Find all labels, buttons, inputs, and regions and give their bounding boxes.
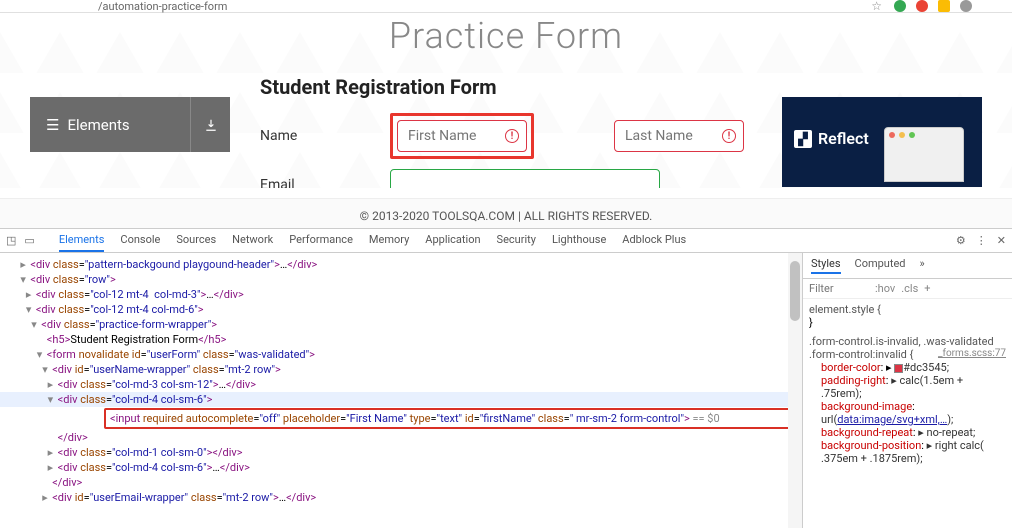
inspect-icon[interactable]: ◳ <box>6 234 16 247</box>
devtools-tab-network[interactable]: Network <box>232 229 273 252</box>
dom-line[interactable]: </div> <box>0 475 802 490</box>
styles-pane: Styles Computed » :hov .cls + element.st… <box>802 253 1012 528</box>
reflect-icon: ▞ <box>794 130 812 148</box>
add-rule-icon[interactable]: + <box>924 282 930 295</box>
elements-tree[interactable]: ▸<div class="pattern-backgound playgound… <box>0 253 802 528</box>
dom-line[interactable]: ▾<form novalidate id="userForm" class="w… <box>0 347 802 362</box>
more-icon[interactable]: ⋮ <box>976 234 987 247</box>
devtools-tab-adblock-plus[interactable]: Adblock Plus <box>622 229 686 252</box>
dom-line[interactable]: </div> <box>0 430 802 445</box>
error-icon: ! <box>505 129 519 143</box>
settings-gear-icon[interactable]: ⚙ <box>956 234 966 247</box>
dom-line[interactable]: ▸<div class="pattern-backgound playgound… <box>0 257 802 272</box>
dom-line[interactable]: ▸<div class="col-12 mt-4 col-md-3">…</di… <box>0 287 802 302</box>
email-label: Email <box>260 177 370 188</box>
ad-brand: Reflect <box>818 129 869 148</box>
devtools-tab-application[interactable]: Application <box>425 229 480 252</box>
page-content: Practice Form ☰ Elements Student Registr… <box>0 13 1012 188</box>
scrollbar-thumb[interactable] <box>790 261 800 321</box>
dom-line[interactable]: ▾<div id="userName-wrapper" class="mt-2 … <box>0 362 802 377</box>
devtools-tab-security[interactable]: Security <box>497 229 536 252</box>
hov-toggle[interactable]: :hov <box>875 282 895 295</box>
css-rule[interactable]: element.style {} <box>809 303 1006 329</box>
devtools-tabs: ◳ ▭ Elements Console Sources Network Perform… <box>0 229 1012 253</box>
sidebar-elements-card[interactable]: ☰ Elements <box>30 97 230 152</box>
more-tabs-icon[interactable]: » <box>920 257 925 274</box>
devtools-tab-memory[interactable]: Memory <box>369 229 409 252</box>
dom-line[interactable]: ▸<div class="col-md-4 col-sm-6">…</div> <box>0 460 802 475</box>
error-icon: ! <box>722 129 736 143</box>
tab-styles[interactable]: Styles <box>811 257 841 274</box>
styles-filter-input[interactable] <box>809 282 869 295</box>
dom-line[interactable]: ▾<div class="practice-form-wrapper"> <box>0 317 802 332</box>
scrollbar[interactable] <box>788 253 802 528</box>
download-icon[interactable] <box>190 97 230 152</box>
devtools-tab-lighthouse[interactable]: Lighthouse <box>552 229 606 252</box>
bookmark-star-icon[interactable]: ☆ <box>871 0 882 13</box>
devtools-panel: ◳ ▭ Elements Console Sources Network Perform… <box>0 228 1012 528</box>
device-icon[interactable]: ▭ <box>24 234 34 247</box>
dom-line[interactable]: ▾<div class="col-md-4 col-sm-6"> <box>0 392 802 407</box>
cls-toggle[interactable]: .cls <box>901 282 918 295</box>
sidebar-label: Elements <box>67 116 129 134</box>
devtools-tab-performance[interactable]: Performance <box>289 229 353 252</box>
css-rules[interactable]: element.style {} .form-control.is-invalid… <box>803 299 1012 528</box>
email-input[interactable] <box>390 169 660 188</box>
devtools-tab-sources[interactable]: Sources <box>176 229 216 252</box>
first-name-highlight: ! <box>390 113 534 159</box>
dom-line[interactable]: ▸<div class="col-md-3 col-sm-12">…</div> <box>0 377 802 392</box>
css-rule[interactable]: .form-control.is-invalid, .was-validated… <box>809 335 1006 465</box>
styles-tabs: Styles Computed » <box>803 253 1012 279</box>
name-label: Name <box>260 128 370 144</box>
url-fragment: /automation-practice-form <box>98 0 227 13</box>
page-title: Practice Form <box>0 15 1012 57</box>
browser-address-bar: /automation-practice-form ☆ <box>0 0 1012 13</box>
devtools-tab-elements[interactable]: Elements <box>59 229 105 252</box>
ad-banner[interactable]: ▞ Reflect <box>782 97 982 187</box>
dom-line[interactable]: <h5>Student Registration Form</h5> <box>0 332 802 347</box>
devtools-tab-console[interactable]: Console <box>120 229 160 252</box>
dom-line[interactable]: ▸<div id="userEmail-wrapper" class="mt-2… <box>0 490 802 505</box>
extension-icons <box>894 0 972 12</box>
tab-computed[interactable]: Computed <box>855 257 906 274</box>
dom-line[interactable]: ▾<div class="row"> <box>0 272 802 287</box>
form-heading: Student Registration Form <box>260 75 752 99</box>
dom-line[interactable]: ▸<div class="col-md-1 col-sm-0"></div> <box>0 445 802 460</box>
close-icon[interactable]: ✕ <box>997 234 1006 247</box>
registration-form: Student Registration Form Name ! ! Email <box>260 75 752 188</box>
ad-window-mock <box>884 127 964 182</box>
grid-icon: ☰ <box>46 116 59 134</box>
dom-line[interactable]: ▾<div class="col-12 mt-4 col-md-6"> <box>0 302 802 317</box>
dom-line[interactable]: <input required autocomplete="off" place… <box>104 408 794 429</box>
